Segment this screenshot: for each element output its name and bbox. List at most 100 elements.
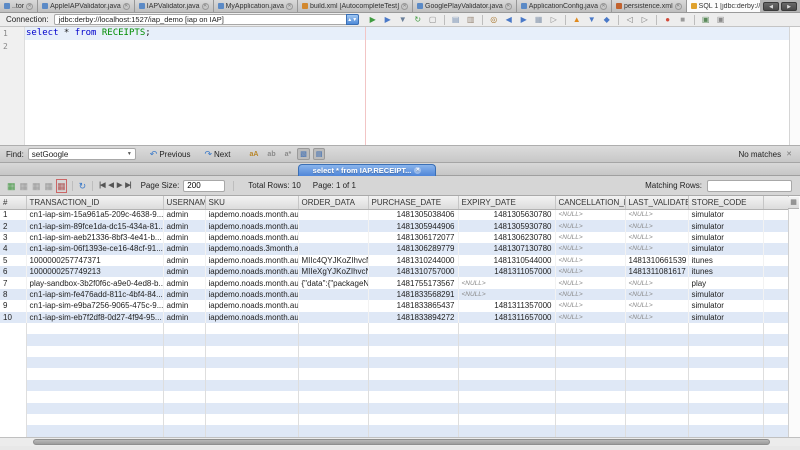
column-header[interactable]: #	[0, 196, 26, 209]
close-find-bar-icon[interactable]: ✕	[786, 150, 792, 158]
run-sql-icon[interactable]: ▶	[367, 14, 379, 26]
whole-words-icon[interactable]: ab	[264, 149, 278, 160]
close-tab-icon[interactable]: ✕	[26, 3, 33, 10]
insert-record-icon[interactable]: ▦	[20, 180, 29, 192]
empty-table-cell	[298, 368, 368, 379]
editor-tab[interactable]: AppleIAPValidator.java✕	[38, 0, 135, 12]
matching-rows-input[interactable]	[707, 180, 792, 192]
empty-table-cell	[0, 380, 26, 391]
last-page-icon[interactable]: ▶|	[125, 180, 130, 192]
editor-tab-label: ApplicationConfig.java	[529, 3, 598, 10]
find-input[interactable]: setGoogle ▼	[28, 148, 136, 160]
editor-scrollbar-track[interactable]	[789, 27, 800, 145]
open-file-icon[interactable]: ▤	[450, 14, 462, 26]
sql-keyword: from	[75, 28, 97, 38]
uncomment-icon[interactable]: ▣	[715, 14, 727, 26]
editor-tab[interactable]: ApplicationConfig.java✕	[517, 0, 612, 12]
column-header[interactable]: CANCELLATION_DATE	[555, 196, 625, 209]
close-result-tab-icon[interactable]: ✕	[414, 167, 421, 174]
find-dropdown-icon[interactable]: ▼	[124, 151, 135, 157]
column-header[interactable]: TRANSACTION_ID	[26, 196, 163, 209]
horizontal-scrollbar-thumb[interactable]	[33, 439, 770, 445]
shift-right-icon[interactable]: ▷	[639, 14, 651, 26]
column-header[interactable]: STORE_CODE	[688, 196, 763, 209]
match-case-icon[interactable]: aA	[246, 149, 261, 160]
last-edit-icon[interactable]: ▲	[571, 14, 583, 26]
column-header[interactable]: ORDER_DATA	[298, 196, 368, 209]
comment-icon[interactable]: ▣	[700, 14, 712, 26]
run-macro-icon[interactable]: ■	[677, 14, 689, 26]
editor-tab[interactable]: SQL 1 [jdbc:derby://localhost:15...]✕	[687, 0, 760, 12]
next-arrow-icon: ↷	[204, 149, 212, 160]
previous-page-icon[interactable]: ◀	[108, 180, 112, 192]
scroll-tabs-left-icon[interactable]: ◀	[763, 2, 779, 11]
column-settings-icon[interactable]: ▦	[788, 197, 799, 209]
connection-combobox[interactable]: jdbc:derby://localhost:1527/iap_demo [ia…	[54, 14, 359, 25]
table-row[interactable]: 51000000257747371adminiapdemo.noads.mont…	[0, 255, 788, 266]
column-header[interactable]: LAST_VALIDATED	[625, 196, 688, 209]
editor-tab[interactable]: GooglePlayValidator.java✕	[413, 0, 517, 12]
sql-code-line[interactable]: select * from RECEIPTS;	[26, 27, 151, 40]
sql-history-icon[interactable]: ▼	[397, 14, 409, 26]
connect-icon[interactable]: ↻	[412, 14, 424, 26]
next-page-icon[interactable]: ▶	[117, 180, 121, 192]
next-match-icon[interactable]: ▶	[518, 14, 530, 26]
wrap-around-icon[interactable]: ▤	[313, 148, 326, 160]
tab-scroll-controls: ◀ ▶	[760, 0, 800, 12]
export-data-icon[interactable]: ▥	[465, 14, 477, 26]
back-icon[interactable]: ▼	[586, 14, 598, 26]
table-row[interactable]: 4cn1-iap-sim-06f1393e-ce16-48cf-91...adm…	[0, 243, 788, 254]
table-row[interactable]: 2cn1-iap-sim-89fce1da-dc15-434a-81...adm…	[0, 220, 788, 231]
record-macro-icon[interactable]: ●	[662, 14, 674, 26]
editor-tab[interactable]: IAPValidator.java✕	[135, 0, 214, 12]
column-header[interactable]: SKU	[205, 196, 298, 209]
connection-dropdown-icon[interactable]: ▲▼	[346, 14, 359, 25]
table-row[interactable]: 7play-sandbox-3b2f0f6c-a9e0-4ed8-b...adm…	[0, 277, 788, 288]
table-row[interactable]: 3cn1-iap-sim-aeb21336-8bf3-4e41-b...admi…	[0, 232, 788, 243]
column-header[interactable]: PURCHASE_DATE	[368, 196, 458, 209]
grid-scrollbar-track[interactable]	[788, 196, 800, 437]
find-icon[interactable]: ◎	[488, 14, 500, 26]
delete-record-icon[interactable]: ▦	[32, 180, 41, 192]
table-row[interactable]: 8cn1-iap-sim-fe476add-811c-4bf4-84...adm…	[0, 289, 788, 300]
scroll-tabs-right-icon[interactable]: ▶	[781, 2, 797, 11]
truncate-table-icon[interactable]: ▦	[57, 180, 66, 192]
horizontal-scrollbar[interactable]	[0, 437, 800, 446]
page-size-input[interactable]	[183, 180, 225, 192]
table-row[interactable]: 9cn1-iap-sim-e9ba7256-9065-475c-9...admi…	[0, 300, 788, 311]
matched-rows-icon[interactable]: ▦	[7, 180, 16, 192]
shift-left-icon[interactable]: ◁	[624, 14, 636, 26]
result-tab[interactable]: select * from IAP.RECEIPT... ✕	[298, 164, 436, 176]
close-tab-icon[interactable]: ✕	[123, 3, 130, 10]
table-row[interactable]: 1cn1-iap-sim-15a961a5-209c-4638-9...admi…	[0, 209, 788, 220]
editor-tab[interactable]: MyApplication.java✕	[214, 0, 298, 12]
run-statement-icon[interactable]: ▶	[382, 14, 394, 26]
sql-editor[interactable]: 1 2 select * from RECEIPTS;	[0, 27, 800, 145]
find-previous-button[interactable]: ↶ Previous	[150, 149, 191, 160]
close-tab-icon[interactable]: ✕	[202, 3, 209, 10]
close-tab-icon[interactable]: ✕	[675, 3, 682, 10]
column-header[interactable]: EXPIRY_DATE	[458, 196, 555, 209]
regex-icon[interactable]: a*	[282, 149, 295, 160]
table-row[interactable]: 10cn1-iap-sim-eb7f2df8-0d27-4f94-95...ad…	[0, 312, 788, 323]
first-page-icon[interactable]: |◀	[99, 180, 104, 192]
find-next-button[interactable]: ↷ Next	[204, 149, 230, 160]
column-header[interactable]: USERNAME	[163, 196, 205, 209]
refresh-records-icon[interactable]: ↻	[79, 180, 87, 192]
paste-icon[interactable]: ▷	[548, 14, 560, 26]
copy-icon[interactable]: ▦	[533, 14, 545, 26]
editor-tab[interactable]: build.xml [AutocompleteTest]✕	[298, 0, 413, 12]
close-tab-icon[interactable]: ✕	[286, 3, 293, 10]
table-row[interactable]: 61000000257749213adminiapdemo.noads.mont…	[0, 266, 788, 277]
previous-match-icon[interactable]: ◀	[503, 14, 515, 26]
editor-tab[interactable]: persistence.xml✕	[612, 0, 687, 12]
editor-tab[interactable]: ..tor✕	[0, 0, 38, 12]
line-number: 2	[0, 40, 24, 53]
close-tab-icon[interactable]: ✕	[505, 3, 512, 10]
commit-record-icon[interactable]: ▦	[45, 180, 54, 192]
close-tab-icon[interactable]: ✕	[401, 3, 408, 10]
new-file-icon[interactable]: ▢	[427, 14, 439, 26]
highlight-results-icon[interactable]: ▧	[297, 148, 310, 160]
close-tab-icon[interactable]: ✕	[600, 3, 607, 10]
forward-icon[interactable]: ◆	[601, 14, 613, 26]
